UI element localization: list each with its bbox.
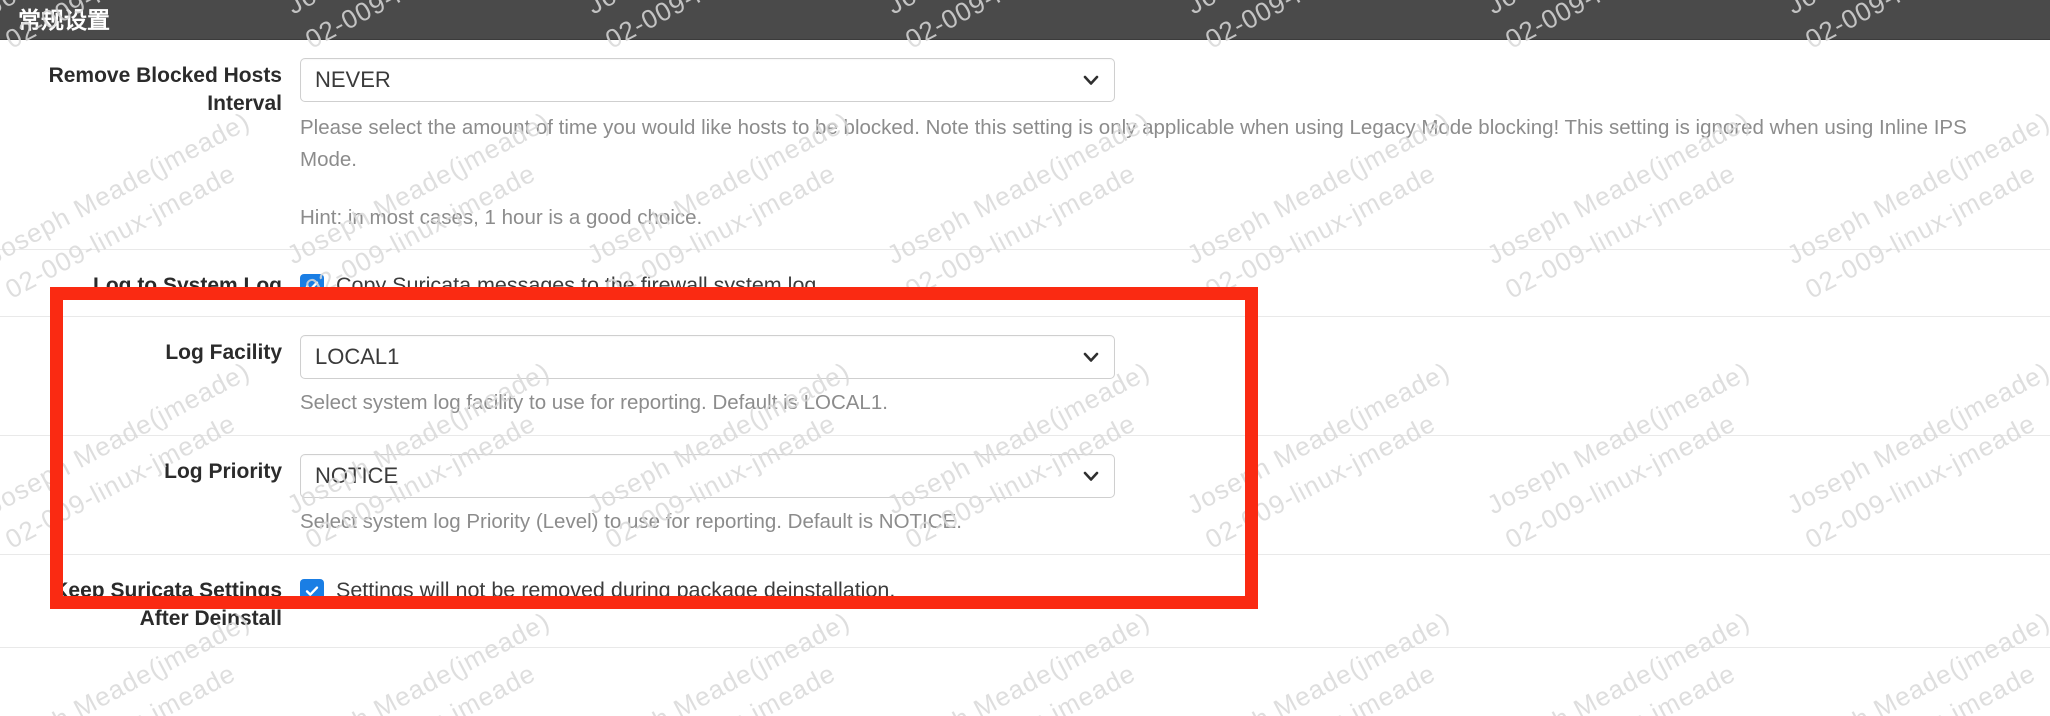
field-log-priority: NOTICE Select system log Priority (Level… — [300, 436, 2050, 554]
label-keep-suricata-settings: Keep Suricata Settings After Deinstall — [53, 578, 282, 631]
row-keep-suricata-settings: Keep Suricata Settings After Deinstall S… — [0, 555, 2050, 649]
chevron-down-icon — [1082, 71, 1100, 89]
remove-blocked-hosts-interval-select[interactable]: NEVER — [300, 58, 1115, 102]
check-icon — [305, 586, 319, 596]
field-remove-blocked-hosts-interval: NEVER Please select the amount of time y… — [300, 40, 2050, 249]
log-to-system-log-checkbox[interactable] — [300, 274, 324, 299]
log-facility-select[interactable]: LOCAL1 — [300, 335, 1115, 380]
row-remove-blocked-hosts-interval: Remove Blocked Hosts Interval NEVER Plea… — [0, 40, 2050, 251]
row-log-priority: Log Priority NOTICE Select system log Pr… — [0, 436, 2050, 555]
log-priority-select[interactable]: NOTICE — [300, 454, 1115, 498]
label-log-to-system-log: Log to System Log — [93, 274, 282, 298]
keep-suricata-settings-checkbox-row[interactable]: Settings will not be removed during pack… — [300, 573, 2026, 605]
log-to-system-log-checkbox-label: Copy Suricata messages to the firewall s… — [336, 273, 823, 298]
row-log-to-system-log: Log to System Log Copy Suricata messages… — [0, 250, 2050, 318]
chevron-down-icon — [1082, 348, 1100, 366]
log-facility-value: LOCAL1 — [315, 344, 400, 370]
label-log-priority: Log Priority — [164, 460, 282, 483]
check-icon — [305, 281, 319, 292]
chevron-down-icon — [1082, 467, 1100, 485]
log-priority-value: NOTICE — [315, 463, 399, 488]
remove-blocked-hosts-interval-value: NEVER — [315, 67, 391, 92]
label-remove-blocked-hosts-interval: Remove Blocked Hosts Interval — [48, 64, 282, 116]
log-to-system-log-checkbox-row[interactable]: Copy Suricata messages to the firewall s… — [300, 268, 2026, 300]
help-log-priority: Select system log Priority (Level) to us… — [300, 510, 962, 533]
label-log-facility: Log Facility — [165, 341, 282, 365]
keep-suricata-settings-checkbox-label: Settings will not be removed during pack… — [336, 577, 896, 602]
help-remove-blocked-hosts-interval: Please select the amount of time you wou… — [300, 116, 1967, 171]
help-log-facility: Select system log facility to use for re… — [300, 391, 888, 415]
keep-suricata-settings-checkbox[interactable] — [300, 578, 324, 603]
field-log-to-system-log: Copy Suricata messages to the firewall s… — [300, 250, 2050, 316]
field-log-facility: LOCAL1 Select system log facility to use… — [300, 317, 2050, 435]
row-log-facility: Log Facility LOCAL1 Select system log fa… — [0, 317, 2050, 436]
panel-header-title: 常规设置 — [0, 0, 2050, 40]
hint-remove-blocked-hosts-interval: Hint: in most cases, 1 hour is a good ch… — [300, 205, 703, 229]
general-settings-panel: 常规设置 Remove Blocked Hosts Interval NEVER… — [0, 0, 2050, 649]
field-keep-suricata-settings: Settings will not be removed during pack… — [300, 555, 2050, 621]
